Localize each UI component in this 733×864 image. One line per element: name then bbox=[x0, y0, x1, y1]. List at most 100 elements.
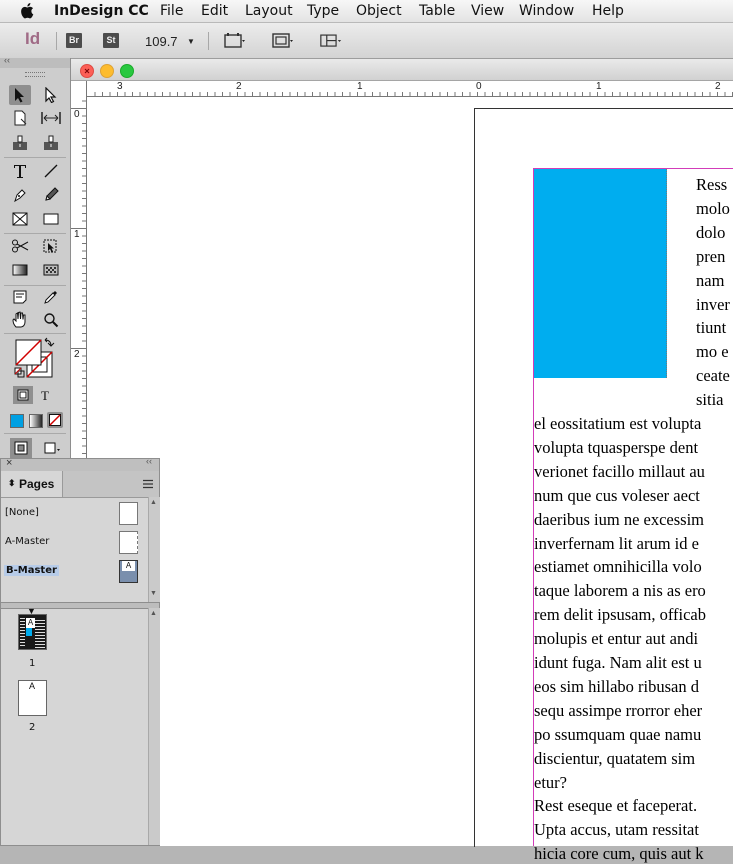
note-tool[interactable] bbox=[9, 287, 31, 307]
line-tool[interactable] bbox=[40, 161, 62, 181]
close-panel-icon[interactable]: × bbox=[6, 457, 12, 469]
content-placer-tool[interactable] bbox=[40, 133, 62, 153]
horizontal-ruler[interactable]: 3 2 1 0 1 2 bbox=[87, 81, 733, 97]
selection-arrow-icon bbox=[15, 88, 24, 103]
apple-icon[interactable] bbox=[20, 2, 36, 19]
menu-edit[interactable]: Edit bbox=[201, 3, 228, 19]
master-thumbnail-letter: A bbox=[122, 561, 135, 571]
tab-toggle-icon: ⬍ bbox=[8, 478, 16, 488]
collapse-panel-icon[interactable]: ‹‹ bbox=[146, 456, 152, 466]
formatting-affects-container-button[interactable] bbox=[13, 386, 33, 404]
content-collector-icon bbox=[13, 135, 27, 150]
scroll-down-icon[interactable]: ▼ bbox=[150, 590, 157, 597]
divider bbox=[4, 285, 66, 286]
menu-help[interactable]: Help bbox=[592, 3, 624, 19]
preview-mode-button[interactable] bbox=[40, 438, 62, 458]
zoom-dropdown-icon[interactable]: ▼ bbox=[187, 37, 195, 46]
master-item-b[interactable]: B-Master A bbox=[1, 557, 148, 586]
minimize-window-button[interactable] bbox=[100, 64, 114, 78]
tab-pages[interactable]: ⬍ Pages bbox=[1, 471, 63, 497]
gradient-feather-icon bbox=[43, 264, 59, 276]
master-item-a[interactable]: A-Master bbox=[1, 528, 148, 557]
collapse-icon[interactable]: ‹‹ bbox=[4, 55, 10, 65]
direct-selection-tool[interactable] bbox=[40, 85, 62, 105]
menu-view[interactable]: View bbox=[471, 3, 504, 19]
menu-window[interactable]: Window bbox=[519, 3, 574, 19]
eyedropper-tool[interactable] bbox=[40, 287, 62, 307]
preview-mode-icon bbox=[44, 442, 60, 454]
page-master-prefix: A bbox=[29, 681, 36, 691]
scissors-tool[interactable] bbox=[9, 236, 31, 256]
screen-mode-icon[interactable] bbox=[272, 32, 294, 50]
master-item-none[interactable]: [None] bbox=[1, 499, 148, 528]
app-menu[interactable]: InDesign CC bbox=[54, 3, 149, 19]
page-number: 2 bbox=[29, 722, 36, 733]
scroll-up-icon[interactable]: ▲ bbox=[150, 610, 157, 617]
gradient-feather-tool[interactable] bbox=[40, 260, 62, 280]
text-line: discientur, quatatem sim bbox=[534, 748, 696, 768]
text-line: estiamet omnihicilla volo bbox=[534, 557, 702, 577]
pen-tool[interactable] bbox=[9, 185, 31, 205]
master-thumbnail bbox=[119, 502, 138, 525]
page-icon bbox=[14, 110, 27, 126]
apply-none-button[interactable] bbox=[47, 412, 63, 428]
grip-icon[interactable] bbox=[25, 72, 45, 77]
free-transform-tool[interactable] bbox=[40, 236, 62, 256]
adobe-stock-button[interactable]: St bbox=[103, 33, 119, 48]
menu-object[interactable]: Object bbox=[356, 3, 402, 19]
zoom-window-button[interactable] bbox=[120, 64, 134, 78]
page-tool[interactable] bbox=[9, 108, 31, 128]
formatting-affects-text-button[interactable]: T bbox=[41, 388, 49, 404]
tab-pages-label: Pages bbox=[19, 477, 55, 491]
panel-divider[interactable] bbox=[1, 602, 159, 609]
pencil-tool[interactable] bbox=[40, 185, 62, 205]
horizontal-ruler-ticks bbox=[94, 92, 733, 96]
type-tool[interactable] bbox=[9, 161, 31, 181]
bridge-button[interactable]: Br bbox=[66, 33, 82, 48]
view-options-icon[interactable] bbox=[224, 32, 246, 50]
text-line: verionet facillo millaut au bbox=[534, 461, 705, 481]
content-collector-tool[interactable] bbox=[9, 133, 31, 153]
zoom-level[interactable]: 109.7 bbox=[145, 34, 178, 49]
text-line: mo e bbox=[696, 342, 729, 362]
arrange-documents-icon[interactable] bbox=[320, 32, 342, 50]
page-thumbnail-2[interactable]: A bbox=[18, 680, 47, 716]
pages-panel: × ‹‹ ⬍ Pages [None] A-Master B-Master A … bbox=[0, 456, 160, 846]
apply-gradient-button[interactable] bbox=[29, 414, 43, 428]
normal-view-button[interactable] bbox=[10, 438, 32, 458]
zoom-tool[interactable] bbox=[40, 310, 62, 330]
tools-panel-header[interactable]: ‹‹ bbox=[0, 55, 70, 68]
masters-scrollbar[interactable]: ▲ ▼ bbox=[148, 497, 160, 602]
close-icon bbox=[84, 68, 90, 74]
ruler-label: 1 bbox=[596, 81, 602, 92]
hand-tool[interactable] bbox=[9, 310, 31, 330]
thumbnail-text bbox=[20, 616, 25, 648]
rectangle-tool[interactable] bbox=[40, 209, 62, 229]
document-title-bar[interactable] bbox=[71, 59, 733, 81]
apply-color-button[interactable] bbox=[10, 414, 24, 428]
menu-table[interactable]: Table bbox=[419, 3, 455, 19]
gradient-swatch-tool[interactable] bbox=[9, 260, 31, 280]
scroll-up-icon[interactable]: ▲ bbox=[150, 499, 157, 506]
page-thumbnail-1[interactable]: A bbox=[18, 614, 47, 650]
rectangle-frame-tool[interactable] bbox=[9, 209, 31, 229]
ruler-label: 2 bbox=[74, 349, 80, 360]
type-icon bbox=[14, 165, 26, 178]
selection-tool[interactable] bbox=[9, 85, 31, 105]
menu-layout[interactable]: Layout bbox=[245, 3, 293, 19]
ruler-label: 0 bbox=[476, 81, 482, 92]
fill-stroke-proxy-icon[interactable] bbox=[12, 337, 58, 379]
master-label: [None] bbox=[5, 507, 39, 518]
text-line: tiunt bbox=[696, 318, 727, 338]
menu-type[interactable]: Type bbox=[307, 3, 339, 19]
pages-scrollbar[interactable]: ▲ bbox=[148, 608, 160, 845]
blue-rectangle-frame[interactable] bbox=[534, 169, 667, 378]
indesign-logo: Id bbox=[25, 29, 41, 48]
panel-menu-icon[interactable] bbox=[142, 479, 154, 489]
text-line: inverfernam lit arum id e bbox=[534, 533, 699, 553]
pasteboard[interactable]: Ress molo dolo pren nam inver tiunt mo e ceate si… bbox=[87, 97, 733, 863]
rectangle-icon bbox=[43, 213, 59, 225]
menu-file[interactable]: File bbox=[160, 3, 183, 19]
gap-tool[interactable] bbox=[40, 108, 62, 128]
close-window-button[interactable] bbox=[80, 64, 94, 78]
